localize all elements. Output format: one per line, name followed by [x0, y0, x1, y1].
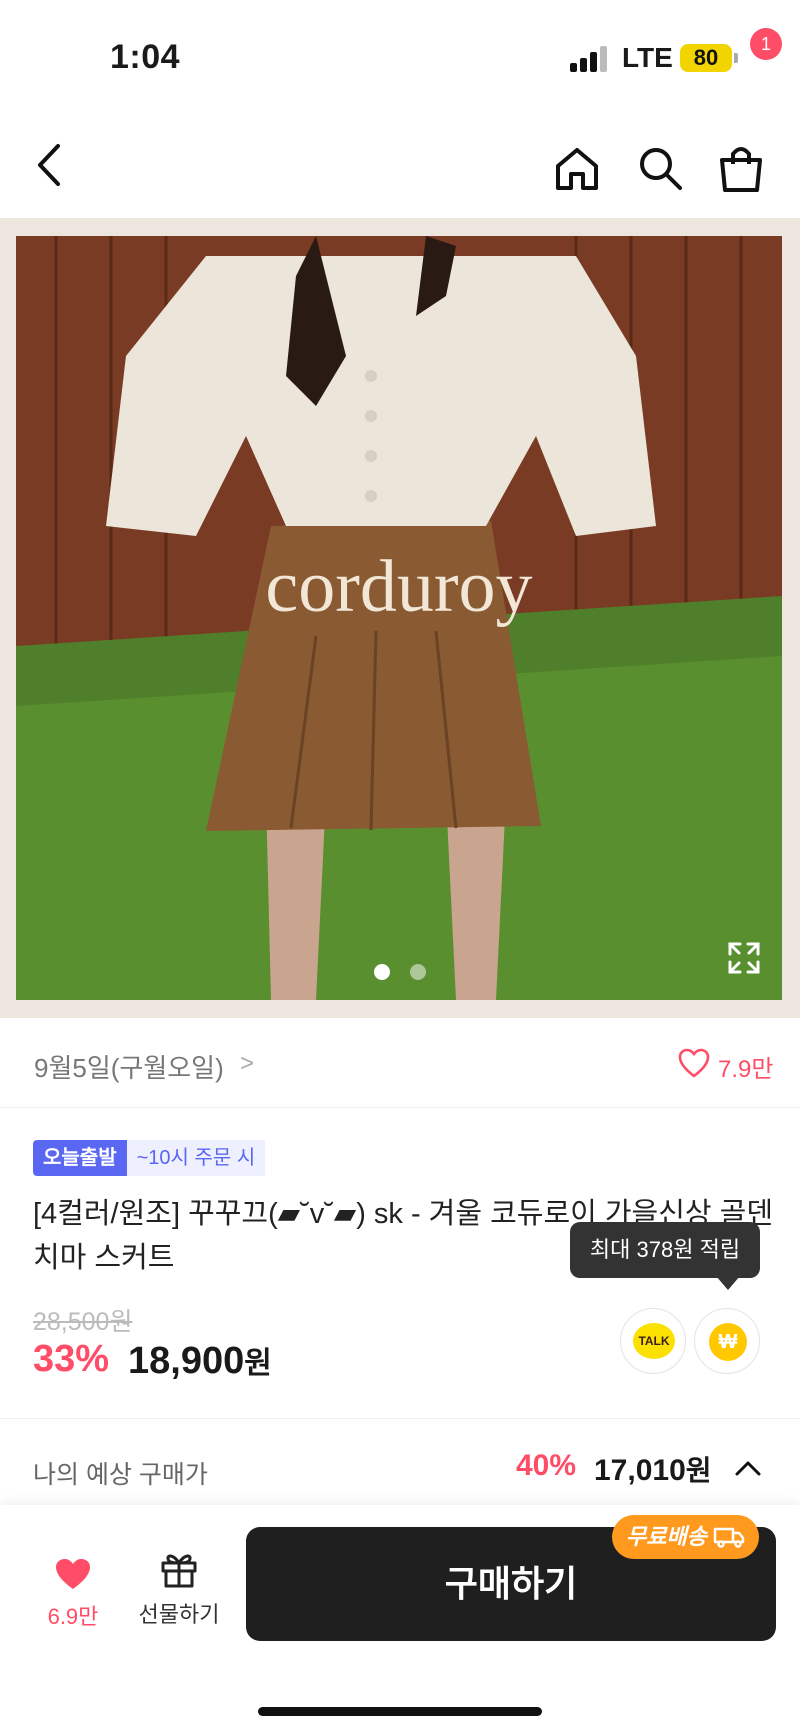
cart-icon[interactable] [716, 142, 766, 194]
network-label: LTE [622, 42, 673, 73]
free-shipping-label: 무료배송 [626, 1524, 707, 1549]
gift-button[interactable]: 선물하기 [134, 1545, 224, 1629]
won-coin-icon: ₩ [709, 1323, 747, 1361]
status-time: 1:04 [110, 38, 181, 76]
heart-icon[interactable] [678, 1048, 710, 1078]
brand-row: 9월5일(구월오일) > 7.9만 [0, 1018, 800, 1108]
carousel-dot-active[interactable] [374, 964, 390, 980]
expected-price-unit: 원 [685, 1455, 712, 1486]
points-button[interactable]: ₩ [694, 1308, 760, 1374]
expected-price-row[interactable]: 나의 예상 구매가 40% 17,010원 [0, 1419, 800, 1505]
sale-price: 18,900원 [128, 1338, 272, 1383]
carousel-dot[interactable] [410, 964, 426, 980]
tooltip-arrow [716, 1276, 740, 1290]
brand-name[interactable]: 9월5일(구월오일) [34, 1048, 224, 1085]
chevron-up-icon[interactable] [734, 1459, 762, 1477]
home-icon[interactable] [552, 144, 602, 194]
expand-icon[interactable] [726, 940, 762, 976]
status-bar: 1:04 LTE 80 [0, 0, 800, 110]
truck-icon [713, 1527, 745, 1548]
discount-rate: 33% [33, 1338, 110, 1380]
product-photo: corduroy [16, 236, 782, 1000]
sale-price-unit: 원 [244, 1347, 272, 1380]
wishlist-button[interactable]: 6.9만 [38, 1549, 108, 1629]
free-shipping-badge: 무료배송 [612, 1515, 759, 1559]
gift-icon [161, 1554, 197, 1588]
bottom-action-bar: 6.9만 선물하기 구매하기 무료배송 [0, 1505, 800, 1735]
expected-price-label: 나의 예상 구매가 [33, 1461, 208, 1489]
cutoff-badge: ~10시 주문 시 [126, 1140, 266, 1176]
heart-filled-icon [56, 1559, 90, 1589]
search-icon[interactable] [636, 144, 684, 192]
home-indicator [258, 1707, 542, 1716]
wishlist-count: 6.9만 [47, 1604, 99, 1629]
kakao-talk-button[interactable]: TALK [620, 1308, 686, 1374]
sale-price-value: 18,900 [128, 1340, 245, 1382]
gift-label: 선물하기 [138, 1602, 220, 1627]
chevron-right-icon[interactable]: > [240, 1050, 254, 1078]
expected-price-value: 17,010 [594, 1454, 686, 1487]
hero-overlay-text: corduroy [265, 546, 532, 628]
like-count: 7.9만 [718, 1056, 774, 1083]
carousel-dots [374, 964, 426, 980]
talk-icon: TALK [633, 1323, 675, 1359]
delivery-badges: 오늘출발 ~10시 주문 시 [33, 1140, 266, 1176]
battery-nub [734, 53, 738, 63]
nav-bar [0, 110, 800, 218]
points-tooltip: 최대 378원 적립 [570, 1222, 760, 1278]
product-image-carousel[interactable]: corduroy [0, 218, 800, 1018]
original-price: 28,500원 [33, 1308, 133, 1336]
back-icon[interactable] [28, 140, 72, 190]
cart-badge: 1 [750, 28, 782, 60]
battery-icon: 80 [680, 44, 732, 72]
today-ship-badge: 오늘출발 [33, 1140, 127, 1176]
signal-icon [570, 46, 610, 72]
expected-discount: 40% [516, 1449, 577, 1482]
expected-price: 17,010원 [594, 1449, 712, 1489]
